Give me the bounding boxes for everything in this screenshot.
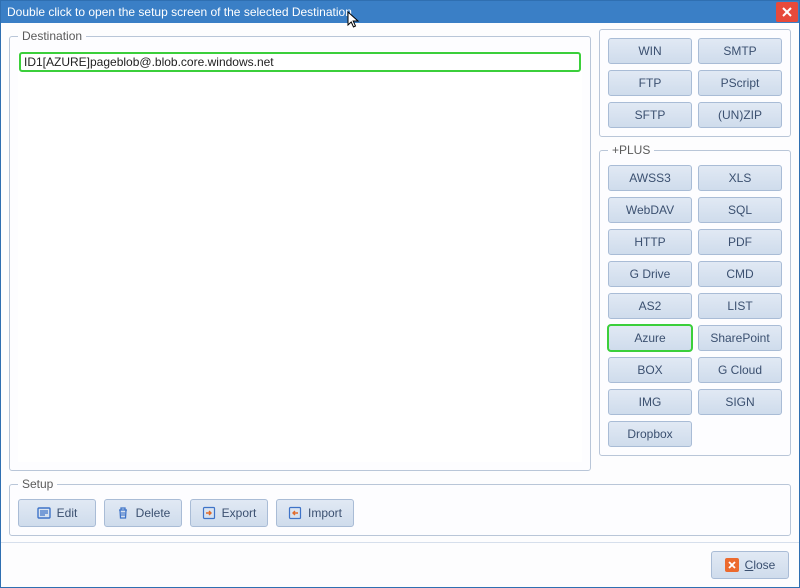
dest-type-win-button[interactable]: WIN (608, 38, 692, 64)
dest-type-smtp-button[interactable]: SMTP (698, 38, 782, 64)
close-button-icon (725, 558, 739, 572)
right-column: WINSMTPFTPPScriptSFTP(UN)ZIP +PLUS AWSS3… (599, 29, 791, 471)
delete-button[interactable]: Delete (104, 499, 182, 527)
dest-type-http-button[interactable]: HTTP (608, 229, 692, 255)
setup-row: Edit Delete Export (18, 499, 782, 527)
titlebar: Double click to open the setup screen of… (1, 1, 799, 23)
trash-icon (116, 506, 130, 520)
dest-type-webdav-button[interactable]: WebDAV (608, 197, 692, 223)
export-button[interactable]: Export (190, 499, 268, 527)
dest-type-img-button[interactable]: IMG (608, 389, 692, 415)
dialog-window: Double click to open the setup screen of… (0, 0, 800, 588)
dest-type-pscript-button[interactable]: PScript (698, 70, 782, 96)
dest-type-awss3-button[interactable]: AWSS3 (608, 165, 692, 191)
dest-type-gcloud-button[interactable]: G Cloud (698, 357, 782, 383)
basic-buttons-fieldset: WINSMTPFTPPScriptSFTP(UN)ZIP (599, 29, 791, 137)
dest-type-as2-button[interactable]: AS2 (608, 293, 692, 319)
close-label: Close (745, 558, 776, 572)
basic-buttons-grid: WINSMTPFTPPScriptSFTP(UN)ZIP (608, 38, 782, 128)
dest-type-sharepoint-button[interactable]: SharePoint (698, 325, 782, 351)
import-label: Import (308, 506, 342, 520)
dest-type-dropbox-button[interactable]: Dropbox (608, 421, 692, 447)
dest-type-sql-button[interactable]: SQL (698, 197, 782, 223)
export-label: Export (222, 506, 257, 520)
close-icon (782, 7, 792, 17)
dest-type-sftp-button[interactable]: SFTP (608, 102, 692, 128)
dest-type-gdrive-button[interactable]: G Drive (608, 261, 692, 287)
dest-type-xls-button[interactable]: XLS (698, 165, 782, 191)
titlebar-text: Double click to open the setup screen of… (7, 5, 775, 19)
delete-label: Delete (136, 506, 171, 520)
destination-list[interactable]: ID1[AZURE]pageblob@.blob.core.windows.ne… (18, 51, 582, 462)
destination-item[interactable]: ID1[AZURE]pageblob@.blob.core.windows.ne… (20, 53, 580, 71)
import-icon (288, 506, 302, 520)
dest-type-list-button[interactable]: LIST (698, 293, 782, 319)
dest-type-cmd-button[interactable]: CMD (698, 261, 782, 287)
dest-type-azure-button[interactable]: Azure (608, 325, 692, 351)
dest-type-pdf-button[interactable]: PDF (698, 229, 782, 255)
dest-type-unzip-button[interactable]: (UN)ZIP (698, 102, 782, 128)
plus-buttons-grid: AWSS3XLSWebDAVSQLHTTPPDFG DriveCMDAS2LIS… (608, 165, 782, 447)
edit-button[interactable]: Edit (18, 499, 96, 527)
setup-fieldset: Setup Edit Delete (9, 477, 791, 536)
export-icon (202, 506, 216, 520)
footer: Close (1, 542, 799, 587)
destination-legend: Destination (18, 29, 86, 43)
dest-type-box-button[interactable]: BOX (608, 357, 692, 383)
import-button[interactable]: Import (276, 499, 354, 527)
main-row: Destination ID1[AZURE]pageblob@.blob.cor… (9, 29, 791, 471)
dest-type-ftp-button[interactable]: FTP (608, 70, 692, 96)
edit-label: Edit (57, 506, 78, 520)
edit-icon (37, 506, 51, 520)
destination-fieldset: Destination ID1[AZURE]pageblob@.blob.cor… (9, 29, 591, 471)
plus-legend: +PLUS (608, 143, 654, 157)
dest-type-sign-button[interactable]: SIGN (698, 389, 782, 415)
plus-fieldset: +PLUS AWSS3XLSWebDAVSQLHTTPPDFG DriveCMD… (599, 143, 791, 456)
dialog-body: Destination ID1[AZURE]pageblob@.blob.cor… (1, 23, 799, 542)
close-button[interactable]: Close (711, 551, 789, 579)
setup-legend: Setup (18, 477, 57, 491)
titlebar-close-button[interactable] (776, 2, 798, 22)
